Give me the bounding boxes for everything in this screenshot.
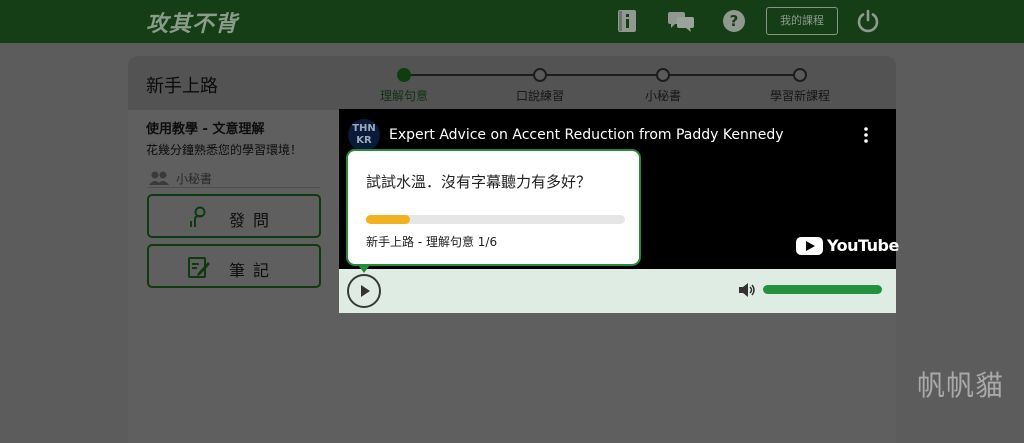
tooltip-pointer xyxy=(358,265,370,273)
volume-icon[interactable] xyxy=(738,282,756,298)
youtube-wordmark: YouTube xyxy=(827,236,899,255)
users-icon xyxy=(148,170,170,186)
helper-tab[interactable]: 小秘書 xyxy=(148,168,320,188)
svg-text:?: ? xyxy=(730,12,739,30)
help-icon[interactable]: ? xyxy=(722,9,746,33)
more-options-icon[interactable] xyxy=(860,126,872,144)
ask-button-label: 發問 xyxy=(229,211,278,230)
page-title: 新手上路 xyxy=(146,76,218,97)
tooltip-progress-track xyxy=(366,215,625,224)
step-dot-3 xyxy=(656,68,670,82)
step-dot-4 xyxy=(793,68,807,82)
edit-note-icon xyxy=(187,255,211,279)
onboarding-tooltip: 試試水溫．沒有字幕聽力有多好？ 新手上路 - 理解句意 1/6 xyxy=(346,149,641,266)
notes-button-label: 筆記 xyxy=(229,261,278,280)
step-dot-1 xyxy=(397,68,411,82)
volume-slider[interactable] xyxy=(763,285,882,294)
power-icon[interactable] xyxy=(856,9,880,33)
section-title: 使用教學 - 文意理解 xyxy=(146,122,265,137)
book-info-icon[interactable] xyxy=(615,9,639,33)
play-icon xyxy=(361,285,370,297)
step-label-1: 理解句意 xyxy=(379,89,429,103)
play-button[interactable] xyxy=(347,274,381,308)
chat-icon[interactable] xyxy=(667,9,695,33)
step-label-2: 口說練習 xyxy=(515,89,565,103)
notes-button[interactable]: 筆記 xyxy=(147,244,321,288)
helper-label: 小秘書 xyxy=(176,172,213,186)
watermark: 帆帆貓 xyxy=(917,369,1005,402)
step-dot-2 xyxy=(533,68,547,82)
tooltip-caption: 新手上路 - 理解句意 1/6 xyxy=(366,235,498,249)
ask-person-icon xyxy=(187,205,211,229)
tooltip-question: 試試水溫．沒有字幕聽力有多好？ xyxy=(366,173,592,191)
logo[interactable]: 攻其不背 xyxy=(146,6,238,38)
video-title[interactable]: Expert Advice on Accent Reduction from P… xyxy=(389,127,784,143)
ask-button[interactable]: 發問 xyxy=(147,194,321,238)
tooltip-progress-fill xyxy=(366,215,411,224)
top-bar: 攻其不背 ? 我的課程 xyxy=(0,0,1024,43)
panel-header: 新手上路 理解句意 口說練習 小秘書 學習新課程 xyxy=(128,56,896,110)
step-label-3: 小秘書 xyxy=(644,89,682,103)
channel-logo[interactable]: THN KR xyxy=(348,119,380,151)
stepper-line xyxy=(404,74,800,76)
section-subtitle: 花幾分鐘熟悉您的學習環境！ xyxy=(146,143,303,157)
step-label-4: 學習新課程 xyxy=(769,89,831,103)
my-courses-button[interactable]: 我的課程 xyxy=(766,7,838,35)
